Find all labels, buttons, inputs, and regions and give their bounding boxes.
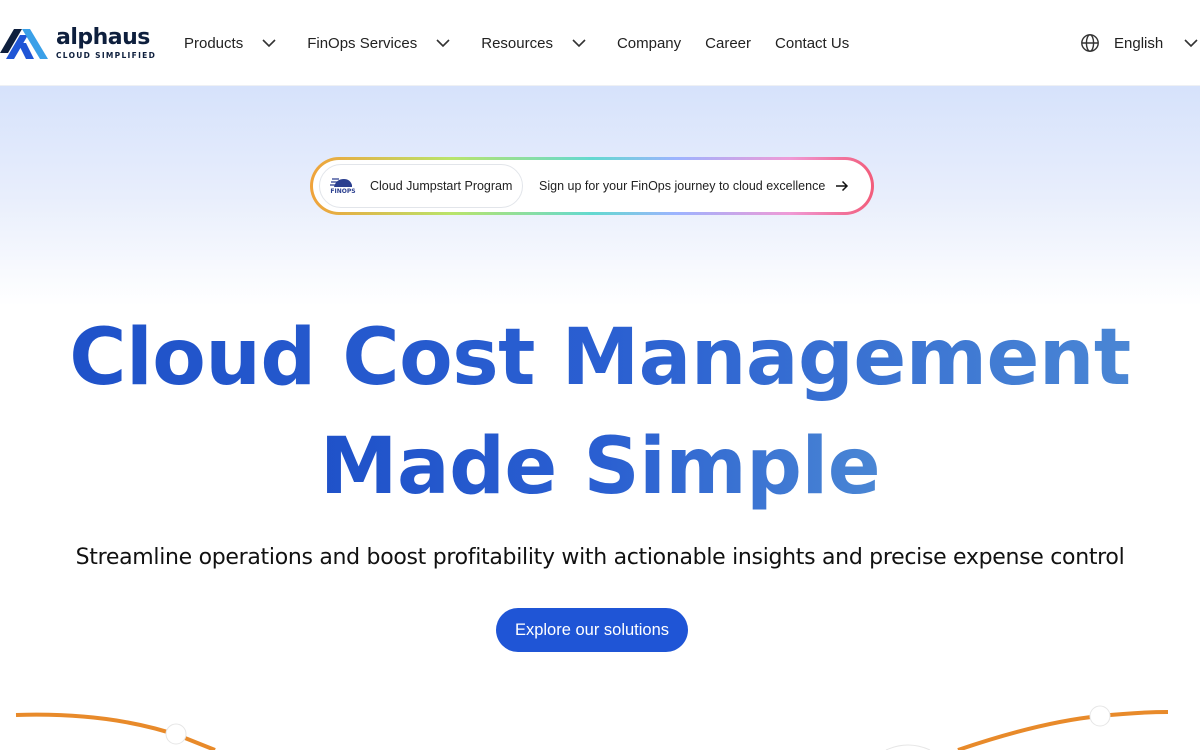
- chevron-down-icon: [572, 39, 586, 48]
- nav-item-products[interactable]: Products: [184, 35, 277, 52]
- alphaus-logo-icon: [0, 29, 48, 59]
- announcement-banner[interactable]: FINOPS Cloud Jumpstart Program Sign up f…: [310, 157, 874, 215]
- site-header: alphaus CLOUD SIMPLIFIED Products FinOps…: [0, 0, 1200, 86]
- nav-item-label: Resources: [481, 34, 553, 52]
- arrow-right-icon: [836, 180, 849, 192]
- nav-item-label: Career: [705, 34, 752, 52]
- announcement-banner-inner: FINOPS Cloud Jumpstart Program Sign up f…: [313, 160, 871, 212]
- main-nav: Products FinOps Services Resources Compa…: [184, 0, 849, 86]
- nav-item-label: Contact Us: [775, 34, 850, 52]
- explore-solutions-button[interactable]: Explore our solutions: [496, 608, 688, 652]
- nav-item-label: Company: [616, 34, 682, 52]
- announcement-message: Sign up for your FinOps journey to cloud…: [539, 179, 826, 193]
- nav-item-label: FinOps Services: [307, 34, 418, 52]
- announcement-badge: FINOPS Cloud Jumpstart Program: [319, 164, 523, 208]
- language-label: English: [1114, 34, 1164, 52]
- nav-item-label: Products: [184, 34, 244, 52]
- language-selector[interactable]: English: [1080, 0, 1199, 86]
- finops-logo-icon: FINOPS: [330, 178, 356, 195]
- chevron-down-icon: [436, 39, 450, 48]
- center-curve-node: [885, 744, 931, 750]
- chevron-down-icon: [1184, 39, 1198, 48]
- nav-item-contact-us[interactable]: Contact Us: [775, 35, 849, 52]
- hero-headline-text-2: Made Simple: [320, 413, 881, 522]
- nav-item-career[interactable]: Career: [705, 35, 751, 52]
- hero-headline-text-1: Cloud Cost Management: [69, 304, 1131, 413]
- right-curve-node: [1089, 705, 1111, 727]
- nav-item-finops-services[interactable]: FinOps Services: [307, 35, 451, 52]
- brand-logo[interactable]: alphaus CLOUD SIMPLIFIED: [0, 22, 160, 64]
- hero-headline-line-2: Made Simple: [0, 413, 1200, 522]
- hero-section: FINOPS Cloud Jumpstart Program Sign up f…: [0, 86, 1200, 750]
- announcement-badge-label: Cloud Jumpstart Program: [370, 179, 513, 193]
- right-curve: [957, 710, 1169, 750]
- finops-logo-text: FINOPS: [330, 188, 355, 195]
- brand-tagline: CLOUD SIMPLIFIED: [56, 50, 157, 60]
- announcement-text: Sign up for your FinOps journey to cloud…: [539, 160, 849, 212]
- left-curve-node: [165, 723, 187, 745]
- decorative-curves: [15, 705, 1169, 750]
- brand-wordmark: alphaus CLOUD SIMPLIFIED: [56, 24, 157, 60]
- hero-headline: Cloud Cost Management Made Simple: [0, 304, 1200, 522]
- chevron-down-icon: [262, 39, 276, 48]
- globe-icon: [1081, 34, 1099, 52]
- hero-subtitle: Streamline operations and boost profitab…: [75, 545, 1125, 570]
- nav-item-company[interactable]: Company: [617, 35, 681, 52]
- brand-name: alphaus: [56, 24, 150, 50]
- hero-headline-line-1: Cloud Cost Management: [0, 304, 1200, 413]
- nav-item-resources[interactable]: Resources: [481, 35, 587, 52]
